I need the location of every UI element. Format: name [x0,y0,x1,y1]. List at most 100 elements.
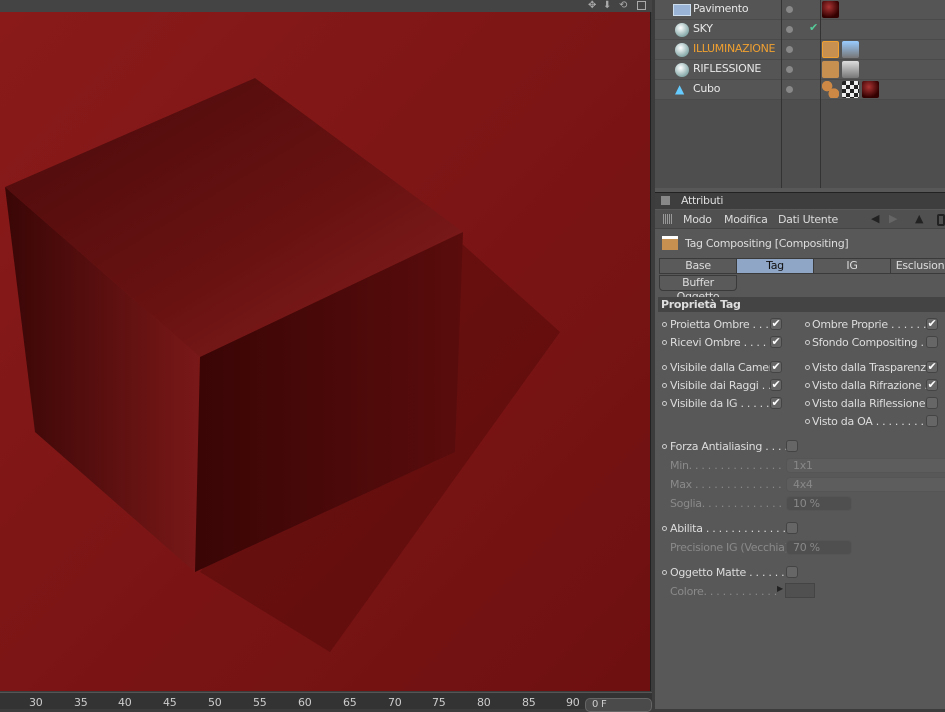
color-swatch[interactable] [785,583,815,598]
expand-arrow-icon[interactable]: ▶ [777,584,783,593]
down-arrow-icon[interactable]: ⬇ [603,0,611,11]
visto-trasparenza-checkbox[interactable]: ✔ [926,361,938,373]
visibile-ig-label: Visibile da IG . . . . . [670,397,770,410]
compositing-tag-icon[interactable] [822,41,839,58]
lock-icon[interactable] [937,214,945,226]
timeline-ruler[interactable]: 30 35 40 45 50 55 60 65 70 75 80 85 90 [0,692,652,709]
render-viewport[interactable] [0,12,651,691]
maximize-icon[interactable] [637,1,646,10]
animate-dot[interactable] [805,401,810,406]
object-name: RIFLESSIONE [693,62,762,75]
object-row-pavimento[interactable]: Pavimento [655,0,945,20]
visibility-dot[interactable] [786,66,793,73]
cube-render [0,12,650,691]
texture-tag-icon[interactable] [842,81,859,98]
attributes-title: Tag Compositing [Compositing] [685,237,849,250]
visibility-dot[interactable] [786,6,793,13]
oggetto-matte-label: Oggetto Matte . . . . . . . [670,566,791,579]
forward-arrow-icon[interactable]: ▶ [889,212,897,225]
ricevi-ombre-label: Ricevi Ombre . . . . . [670,336,773,349]
up-arrow-icon[interactable]: ▲ [915,212,923,225]
current-frame-field[interactable]: 0 F [585,698,652,712]
object-name: SKY [693,22,713,35]
section-header: Proprietà Tag [658,297,945,312]
menu-modo[interactable]: Modo [683,213,712,226]
material-icon[interactable] [822,1,839,18]
menu-modifica[interactable]: Modifica [724,213,768,226]
ombre-proprie-checkbox[interactable]: ✔ [926,318,938,330]
visibility-dot[interactable] [786,46,793,53]
sky-icon [675,43,689,57]
attributes-menu: Modo Modifica Dati Utente ◀ ▶ ▲ [655,210,945,229]
phong-tag-icon[interactable] [822,81,839,98]
object-row-cubo[interactable]: ▲ Cubo [655,80,945,100]
animate-dot[interactable] [805,383,810,388]
ombre-proprie-label: Ombre Proprie . . . . . . . [812,318,933,331]
ricevi-ombre-checkbox[interactable]: ✔ [770,336,782,348]
animate-dot[interactable] [805,340,810,345]
animate-dot[interactable] [662,322,667,327]
sky-material-icon[interactable] [842,61,859,78]
forza-antialiasing-checkbox[interactable] [786,440,798,452]
visto-rifrazione-label: Visto dalla Rifrazione . . [812,379,935,392]
min-label: Min. . . . . . . . . . . . . . . [670,459,782,472]
proietta-ombre-label: Proietta Ombre . . . . [670,318,775,331]
max-dropdown[interactable]: 4x4 [786,477,945,492]
animate-dot[interactable] [805,419,810,424]
animate-dot[interactable] [662,526,667,531]
sfondo-compositing-checkbox[interactable] [926,336,938,348]
enabled-check-icon[interactable]: ✔ [809,21,818,34]
column-divider [820,0,821,188]
tab-tag[interactable]: Tag [736,258,814,274]
animate-dot[interactable] [662,383,667,388]
soglia-stepper[interactable]: 10 % [786,496,852,511]
rotate-icon[interactable]: ⟲ [619,0,627,11]
tab-ig[interactable]: IG [813,258,891,274]
tick-label: 60 [298,696,312,709]
panel-icon [661,196,670,205]
sky-material-icon[interactable] [842,41,859,58]
object-row-sky[interactable]: SKY ✔ [655,20,945,40]
visto-rifrazione-checkbox[interactable]: ✔ [926,379,938,391]
tab-base[interactable]: Base [659,258,737,274]
tick-label: 75 [432,696,446,709]
precisione-ig-stepper[interactable]: 70 % [786,540,852,555]
visibile-ig-checkbox[interactable]: ✔ [770,397,782,409]
object-row-riflessione[interactable]: RIFLESSIONE [655,60,945,80]
tick-label: 40 [118,696,132,709]
tick-label: 70 [388,696,402,709]
visto-oa-checkbox[interactable] [926,415,938,427]
proietta-ombre-checkbox[interactable]: ✔ [770,318,782,330]
visibility-dot[interactable] [786,86,793,93]
colore-label: Colore. . . . . . . . . . . . [670,585,777,598]
visto-riflessione-label: Visto dalla Riflessione [812,397,926,410]
animate-dot[interactable] [662,365,667,370]
back-arrow-icon[interactable]: ◀ [871,212,879,225]
tick-label: 45 [163,696,177,709]
animate-dot[interactable] [662,570,667,575]
animate-dot[interactable] [662,444,667,449]
precisione-ig-label: Precisione IG (Vecchia) [670,541,789,554]
animate-dot[interactable] [662,401,667,406]
tab-esclusione[interactable]: Esclusion [890,258,945,274]
floor-icon [673,4,691,16]
move-icon[interactable]: ✥ [588,0,596,11]
animate-dot[interactable] [805,322,810,327]
compositing-tag-icon[interactable] [822,61,839,78]
visibile-camera-checkbox[interactable]: ✔ [770,361,782,373]
tab-buffer-oggetto[interactable]: Buffer Oggetto [659,275,737,303]
visibility-dot[interactable] [786,26,793,33]
material-icon[interactable] [862,81,879,98]
menu-dati-utente[interactable]: Dati Utente [778,213,838,226]
animate-dot[interactable] [805,365,810,370]
animate-dot[interactable] [662,340,667,345]
oggetto-matte-checkbox[interactable] [786,566,798,578]
object-manager: Pavimento SKY ✔ ILLUMINAZIONE RIFLESSION… [655,0,945,188]
abilita-checkbox[interactable] [786,522,798,534]
sky-icon [675,23,689,37]
object-row-illuminazione[interactable]: ILLUMINAZIONE [655,40,945,60]
visto-riflessione-checkbox[interactable] [926,397,938,409]
min-dropdown[interactable]: 1x1 [786,458,945,473]
visibile-raggi-checkbox[interactable]: ✔ [770,379,782,391]
viewport-toolbar: ✥ ⬇ ⟲ [0,0,652,12]
